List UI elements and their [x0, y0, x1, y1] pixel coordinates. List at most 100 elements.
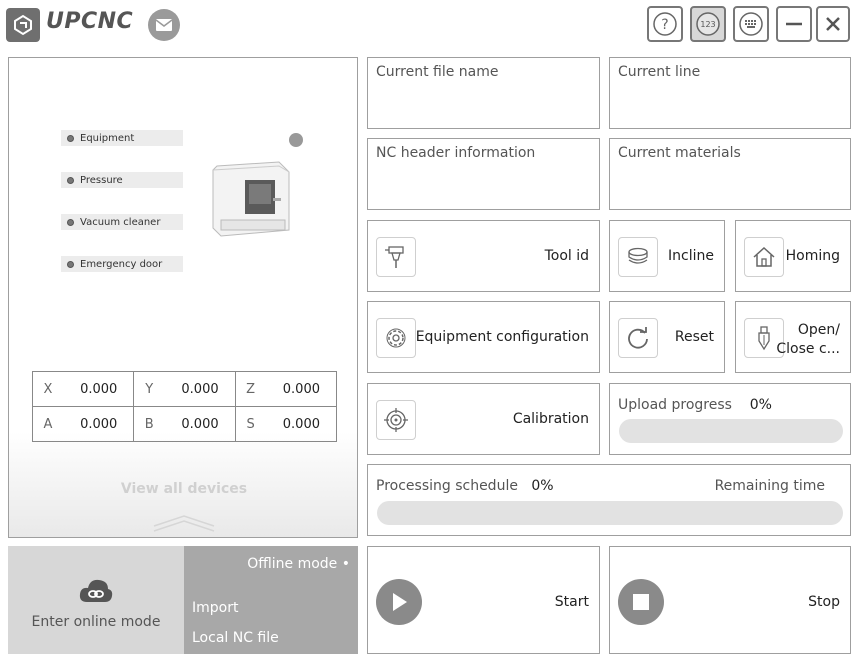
numpad-button[interactable]: 123	[690, 6, 726, 42]
axis-a-label: A	[31, 406, 63, 442]
start-label: Start	[554, 594, 589, 610]
incline-button[interactable]: Incline	[609, 220, 725, 292]
tool-id-label: Tool id	[544, 248, 589, 264]
gear-icon	[376, 318, 416, 358]
current-materials-label: Current materials	[618, 145, 741, 161]
status-label: Emergency door	[80, 258, 163, 270]
close-button[interactable]	[816, 6, 850, 42]
incline-icon	[618, 237, 658, 277]
upload-progress-percent: 0%	[749, 397, 772, 413]
status-emergency-door: Emergency door	[61, 256, 183, 272]
upload-progress-bar	[619, 419, 843, 443]
calibration-button[interactable]: Calibration	[367, 383, 600, 455]
homing-button[interactable]: Homing	[735, 220, 851, 292]
processing-schedule-percent: 0%	[531, 478, 554, 494]
equipment-configuration-button[interactable]: Equipment configuration	[367, 301, 600, 373]
app-logo	[6, 8, 40, 42]
current-line-label: Current line	[618, 64, 701, 80]
axis-x-label: X	[31, 371, 63, 407]
stop-label: Stop	[808, 594, 840, 610]
status-pressure: Pressure	[61, 172, 183, 188]
target-icon	[376, 400, 416, 440]
processing-schedule-text: Processing schedule	[376, 478, 518, 494]
mail-icon[interactable]	[148, 9, 180, 41]
processing-schedule-label: Processing schedule 0%	[376, 478, 554, 494]
status-label: Pressure	[80, 174, 123, 186]
open-close-label-line2: Close c...	[776, 341, 840, 357]
open-close-label-line1: Open/	[797, 322, 840, 338]
nc-header-label: NC header information	[376, 145, 536, 161]
svg-text:?: ?	[661, 17, 668, 33]
status-label: Vacuum cleaner	[80, 216, 161, 228]
status-dot-icon	[67, 218, 74, 226]
status-dot-icon	[67, 176, 74, 184]
current-file-label: Current file name	[376, 64, 499, 80]
axis-y-value: 0.000	[164, 371, 236, 407]
chevron-up-icon[interactable]	[149, 510, 219, 534]
tool-icon	[376, 237, 416, 277]
stop-icon	[618, 579, 664, 625]
cloud-link-icon	[79, 579, 113, 602]
view-all-devices-link[interactable]: View all devices	[9, 481, 359, 497]
local-nc-file-link[interactable]: Local NC file	[192, 630, 279, 646]
axis-b-label: B	[133, 406, 165, 442]
axis-z-value: 0.000	[265, 371, 337, 407]
upload-progress-panel: Upload progress 0%	[609, 383, 851, 455]
equipment-configuration-label: Equipment configuration	[415, 329, 589, 345]
offline-mode-label[interactable]: Offline mode •	[247, 556, 350, 572]
axis-b-value: 0.000	[164, 406, 236, 442]
offline-mode-panel: Offline mode • Import Local NC file	[184, 546, 358, 654]
reset-button[interactable]: Reset	[609, 301, 725, 373]
status-dot-icon	[67, 260, 74, 268]
keyboard-icon	[739, 12, 763, 36]
help-button[interactable]: ?	[647, 6, 683, 42]
numpad-icon: 123	[696, 12, 720, 36]
status-label: Equipment	[80, 132, 135, 144]
coordinates-table: X 0.000 Y 0.000 Z 0.000 A 0.000 B 0.000 …	[31, 371, 337, 442]
open-close-button[interactable]: Open/ Close c...	[735, 301, 851, 373]
online-mode-label: Enter online mode	[31, 614, 161, 630]
connection-indicator	[289, 133, 303, 147]
stop-button[interactable]: Stop	[609, 546, 851, 654]
app-name: UPCNC	[46, 9, 134, 34]
calibration-label: Calibration	[512, 411, 589, 427]
keyboard-button[interactable]	[733, 6, 769, 42]
cnc-machine-image	[212, 161, 290, 237]
help-icon: ?	[653, 12, 677, 36]
remaining-time-label: Remaining time	[714, 478, 825, 494]
axis-s-label: S	[234, 406, 266, 442]
upload-progress-label: Upload progress 0%	[618, 397, 772, 413]
enter-online-mode-button[interactable]: Enter online mode	[8, 546, 184, 654]
reset-label: Reset	[674, 329, 714, 345]
home-icon	[744, 237, 784, 277]
nc-header-field: NC header information	[367, 138, 600, 210]
play-icon	[376, 579, 422, 625]
current-materials-field: Current materials	[609, 138, 851, 210]
axis-x-value: 0.000	[62, 371, 135, 407]
open-close-label: Open/ Close c...	[776, 321, 840, 359]
current-line-field: Current line	[609, 57, 851, 129]
device-panel: Equipment Pressure Vacuum cleaner Emerge…	[8, 57, 358, 538]
axis-z-label: Z	[234, 371, 266, 407]
axis-y-label: Y	[133, 371, 165, 407]
logo-icon	[14, 14, 32, 36]
minimize-button[interactable]	[776, 6, 812, 42]
status-equipment: Equipment	[61, 130, 183, 146]
start-button[interactable]: Start	[367, 546, 600, 654]
minimize-icon	[786, 22, 802, 26]
import-link[interactable]: Import	[192, 600, 238, 616]
svg-text:123: 123	[700, 20, 715, 29]
processing-progress-bar	[377, 501, 843, 525]
homing-label: Homing	[785, 248, 840, 264]
status-vacuum: Vacuum cleaner	[61, 214, 183, 230]
axis-s-value: 0.000	[265, 406, 337, 442]
processing-schedule-panel: Processing schedule 0% Remaining time	[367, 464, 851, 536]
incline-label: Incline	[668, 248, 714, 264]
status-dot-icon	[67, 134, 74, 142]
axis-a-value: 0.000	[62, 406, 135, 442]
current-file-field: Current file name	[367, 57, 600, 129]
close-icon	[826, 17, 840, 31]
tool-id-button[interactable]: Tool id	[367, 220, 600, 292]
upload-progress-text: Upload progress	[618, 397, 732, 413]
reset-icon	[618, 318, 658, 358]
